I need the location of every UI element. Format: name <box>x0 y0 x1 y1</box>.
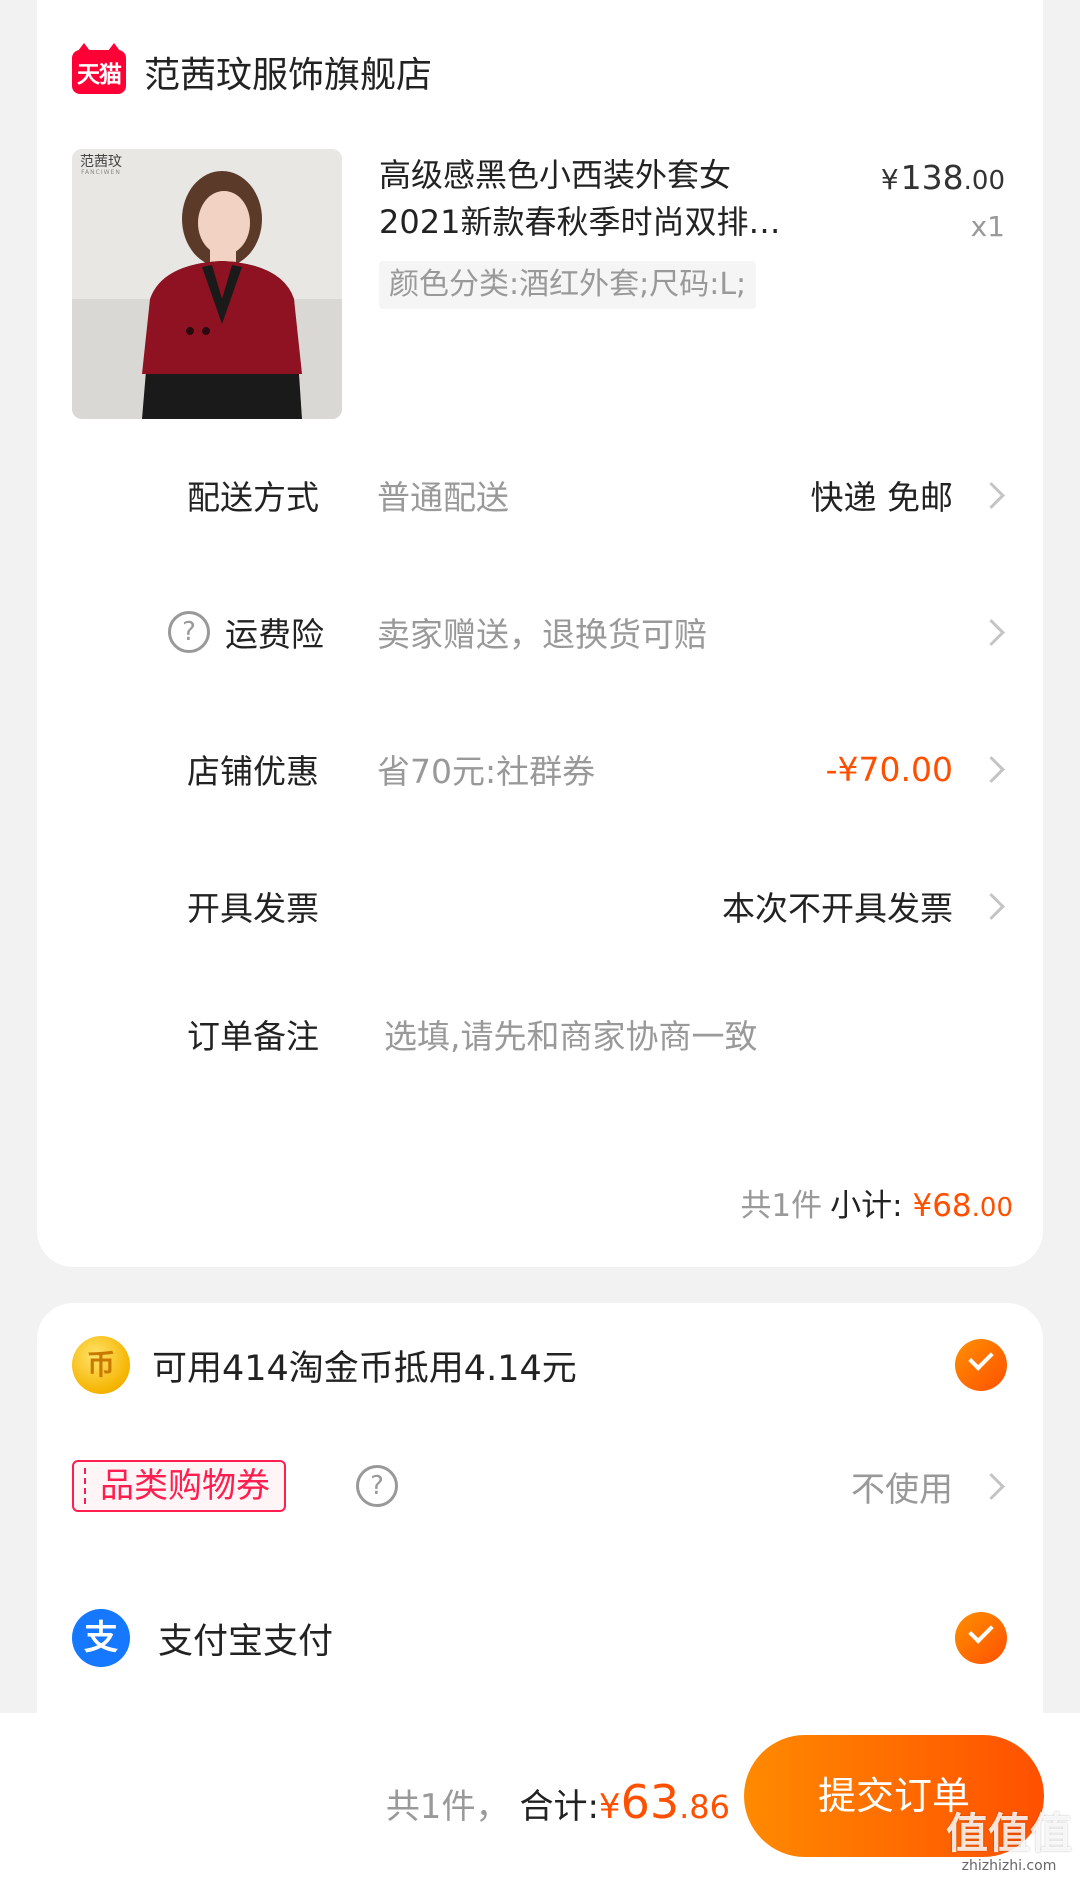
checkmark-icon[interactable] <box>955 1339 1007 1391</box>
subtotal-label: 小计: <box>830 1188 903 1224</box>
subtotal: 共1件 小计: ¥68.00 <box>740 1180 1013 1225</box>
subtotal-decimal: .00 <box>971 1193 1013 1223</box>
total-decimal: .86 <box>679 1788 730 1826</box>
question-mark-icon[interactable]: ? <box>168 611 210 653</box>
store-discount-row[interactable]: 店铺优惠 省70元:社群券 -¥70.00 <box>37 739 1043 799</box>
watermark-url: zhizhizhi.com <box>961 1858 1057 1874</box>
order-card: 天猫 范茜玟服饰旗舰店 范茜玟 FANCIWEN 高级感黑色小西装外套女 202… <box>37 0 1043 1267</box>
category-coupon-tag: 品类购物券 <box>72 1460 286 1512</box>
store-name[interactable]: 范茜玟服饰旗舰店 <box>144 46 432 98</box>
product-brand-name: 范茜玟 <box>80 154 122 170</box>
delivery-method: 普通配送 <box>377 478 509 517</box>
alipay-icon: 支 <box>72 1609 130 1667</box>
delivery-label: 配送方式 <box>187 478 319 517</box>
order-remark-label: 订单备注 <box>187 1017 319 1056</box>
store-header[interactable]: 天猫 范茜玟服饰旗舰店 <box>72 43 432 100</box>
order-remark-row: 订单备注 选填,请先和商家协商一致 <box>37 1004 1043 1064</box>
delivery-row[interactable]: 配送方式 普通配送 快递 免邮 <box>37 465 1043 525</box>
category-coupon-row[interactable]: 品类购物券 ? 不使用 <box>37 1451 1043 1521</box>
watermark-text: 值值值 <box>945 1809 1072 1858</box>
payment-card: 币 可用414淘金币抵用4.14元 品类购物券 ? 不使用 支 支付宝支付 <box>37 1303 1043 1753</box>
invoice-row[interactable]: 开具发票 本次不开具发票 <box>37 876 1043 936</box>
price-decimal: .00 <box>963 166 1005 196</box>
store-discount-label: 店铺优惠 <box>187 752 319 791</box>
coin-icon: 币 <box>72 1336 130 1394</box>
total-integer: 63 <box>620 1775 680 1829</box>
tmall-logo-icon: 天猫 <box>72 43 126 94</box>
chevron-right-icon <box>978 755 1005 783</box>
checkmark-icon[interactable] <box>955 1612 1007 1664</box>
sku-tag[interactable]: 颜色分类:酒红外套;尺码:L; <box>379 261 757 309</box>
product-photo-icon <box>72 149 342 419</box>
total-amount: ¥63.86 <box>599 1775 730 1829</box>
shipping-insurance-label: 运费险 <box>225 615 324 654</box>
chevron-right-icon <box>978 618 1005 646</box>
price-integer: 138 <box>900 158 964 197</box>
product-brand-mark: 范茜玟 FANCIWEN <box>80 154 122 177</box>
watermark: 值值值 zhizhizhi.com <box>946 1813 1072 1874</box>
category-coupon-value: 不使用 <box>851 1469 953 1510</box>
bottom-bar: 共1件， 合计:¥63.86 提交订单 值值值 zhizhizhi.com <box>0 1713 1080 1881</box>
alipay-text: 支付宝支付 <box>158 1621 334 1662</box>
product-title-line2: 2021新款春秋季时尚双排… <box>379 203 781 241</box>
product-quantity: x1 <box>970 210 1005 243</box>
subtotal-integer: 68 <box>932 1188 972 1224</box>
subtotal-currency: ¥ <box>912 1188 933 1224</box>
chevron-right-icon <box>978 1472 1005 1500</box>
chevron-right-icon <box>978 481 1005 509</box>
total-count: 共1件， <box>385 1787 510 1827</box>
shipping-insurance-row[interactable]: ? 运费险 卖家赠送，退换货可赔 <box>37 602 1043 662</box>
taojinbi-text: 可用414淘金币抵用4.14元 <box>152 1348 577 1389</box>
chevron-right-icon <box>978 892 1005 920</box>
alipay-row[interactable]: 支 支付宝支付 <box>37 1603 1043 1673</box>
product-brand-sub: FANCIWEN <box>81 169 121 177</box>
invoice-value: 本次不开具发票 <box>722 889 953 928</box>
shipping-insurance-desc: 卖家赠送，退换货可赔 <box>377 615 707 654</box>
subtotal-amount: ¥68.00 <box>912 1188 1013 1224</box>
product-title-line1: 高级感黑色小西装外套女 <box>379 156 732 194</box>
store-discount-value: -¥70.00 <box>825 749 953 789</box>
price-currency: ¥ <box>880 163 899 196</box>
subtotal-count: 共1件 <box>740 1188 823 1224</box>
total-label: 合计: <box>519 1787 599 1827</box>
delivery-value: 快递 免邮 <box>810 478 954 517</box>
question-mark-icon[interactable]: ? <box>356 1465 398 1507</box>
order-remark-input[interactable]: 选填,请先和商家协商一致 <box>384 1010 758 1058</box>
order-total: 共1件， 合计:¥63.86 <box>386 1775 730 1829</box>
product-thumbnail[interactable]: 范茜玟 FANCIWEN <box>72 149 342 419</box>
store-discount-desc: 省70元:社群券 <box>377 752 596 791</box>
product-title[interactable]: 高级感黑色小西装外套女 2021新款春秋季时尚双排… <box>379 152 809 246</box>
invoice-label: 开具发票 <box>187 889 319 928</box>
total-currency: ¥ <box>598 1787 621 1827</box>
product-price: ¥138.00 <box>881 158 1005 197</box>
taojinbi-row[interactable]: 币 可用414淘金币抵用4.14元 <box>37 1330 1043 1400</box>
